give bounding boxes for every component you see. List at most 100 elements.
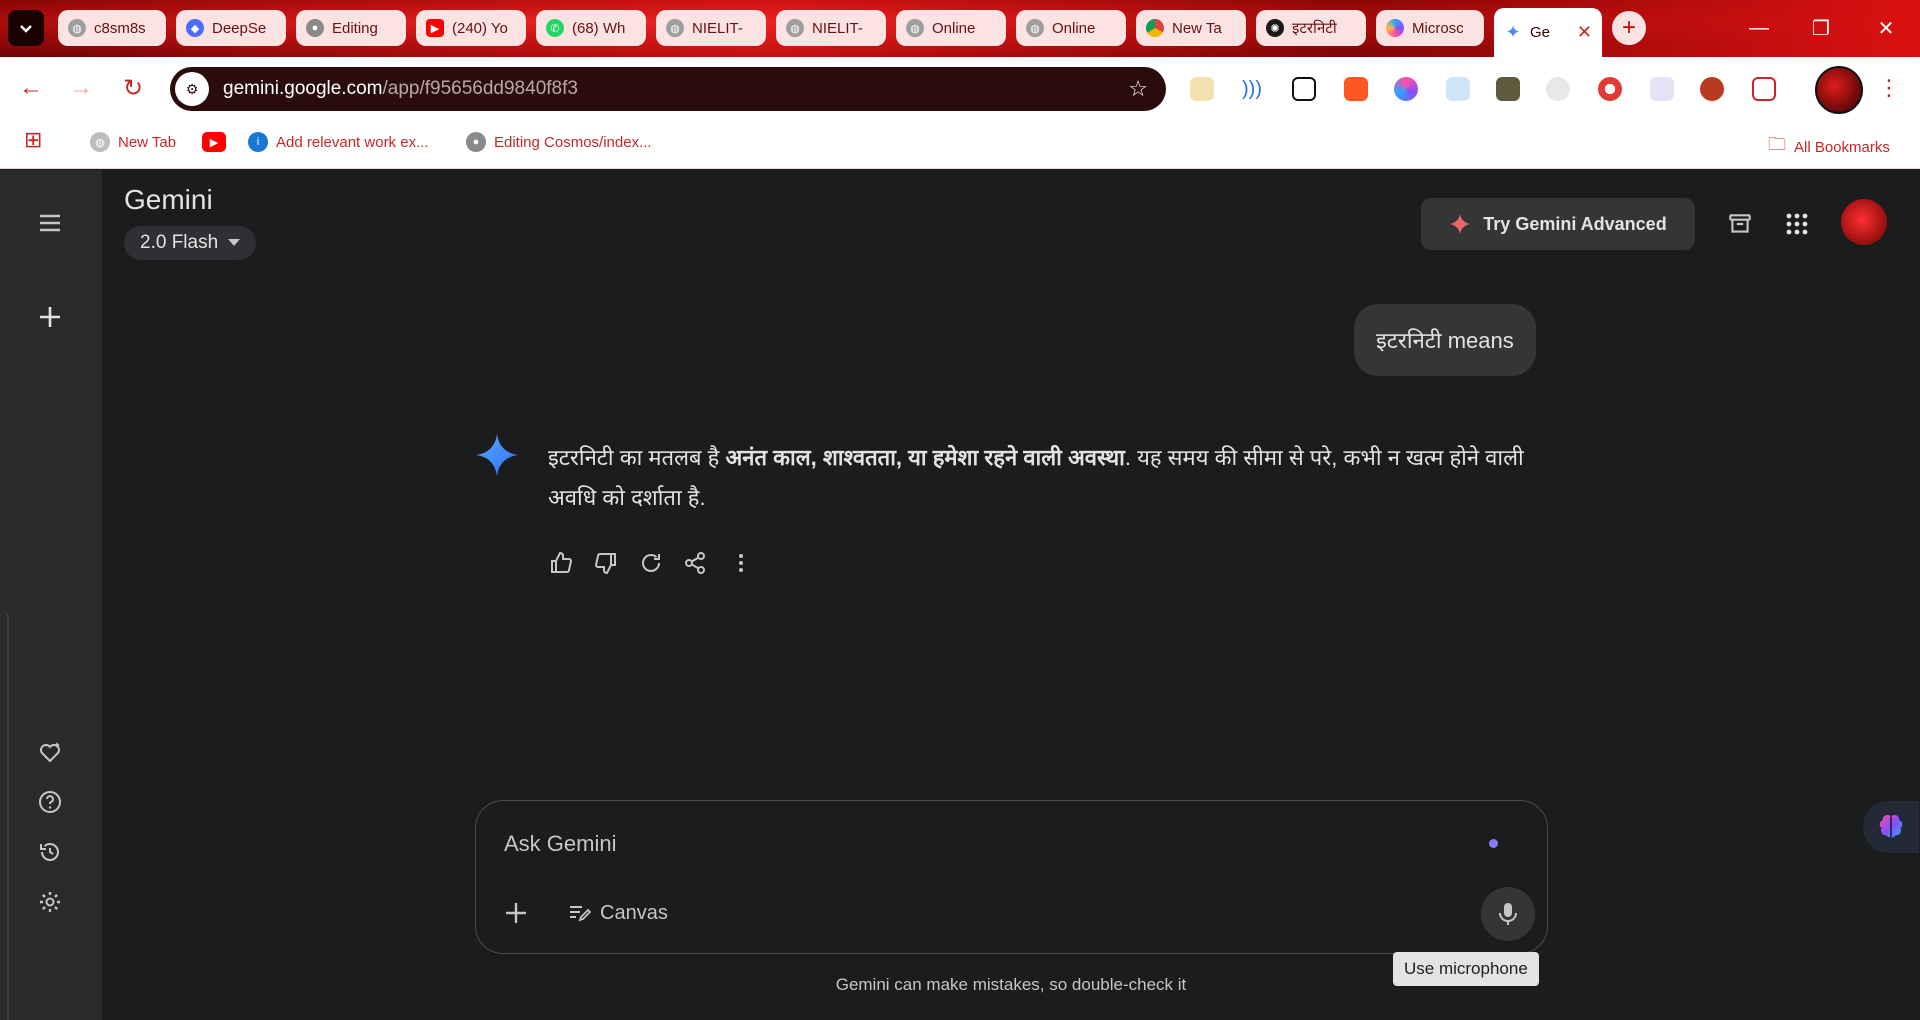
youtube-icon: ▶	[426, 19, 444, 37]
browser-tab[interactable]: Microsc	[1376, 10, 1484, 46]
thumbs-up-button[interactable]	[546, 548, 576, 578]
minimize-button[interactable]: —	[1728, 0, 1790, 57]
browser-tab[interactable]: ◆ DeepSe	[176, 10, 286, 46]
puzzle-icon[interactable]	[1752, 77, 1776, 101]
try-gemini-advanced-button[interactable]: Try Gemini Advanced	[1421, 198, 1695, 250]
browser-tab[interactable]: New Ta	[1136, 10, 1246, 46]
address-bar[interactable]: ⚙ gemini.google.com/app/f95656dd9840f8f3…	[170, 67, 1166, 111]
apps-grid-icon[interactable]: ⊞	[24, 127, 42, 153]
response-segment-bold: अनंत काल, शाश्वतता, या हमेशा रहने वाली अ…	[725, 445, 1125, 470]
browser-menu-icon[interactable]: ⋮	[1878, 75, 1900, 101]
browser-tab[interactable]: ◍ NIELIT-	[656, 10, 766, 46]
prompt-input[interactable]: Ask Gemini	[504, 831, 616, 857]
main-menu-button[interactable]	[30, 203, 70, 243]
plus-icon: +	[1621, 14, 1636, 41]
browser-tab-active[interactable]: ✦ Ge ✕	[1494, 8, 1602, 57]
chrome-icon	[1146, 19, 1164, 37]
face-extension-icon[interactable]	[1546, 77, 1570, 101]
cast-extension-icon[interactable]	[1292, 77, 1316, 101]
canvas-button[interactable]: Canvas	[568, 895, 668, 931]
browser-tab[interactable]: ◍ NIELIT-	[776, 10, 886, 46]
try-gemini-advanced-label: Try Gemini Advanced	[1483, 213, 1667, 234]
refresh-icon	[642, 554, 660, 572]
plus-icon	[506, 903, 526, 923]
read-aloud-extension-icon[interactable]: )))	[1240, 77, 1264, 101]
restore-button[interactable]: ❐	[1790, 0, 1852, 57]
globe-icon: ◍	[1026, 19, 1044, 37]
bookmark-item[interactable]: ▶	[202, 132, 234, 152]
add-files-button[interactable]	[496, 893, 536, 933]
bookmark-item[interactable]: ◍ New Tab	[90, 132, 176, 152]
restore-icon: ❐	[1812, 18, 1830, 40]
microphone-button[interactable]	[1481, 887, 1535, 941]
url-host: gemini.google.com	[223, 78, 383, 99]
new-tab-button[interactable]: +	[1612, 11, 1646, 45]
deepseek-whale-icon: ◆	[186, 19, 204, 37]
browser-tab[interactable]: ✺ इटरनिटी	[1256, 10, 1366, 46]
google-apps-button[interactable]	[1777, 204, 1817, 244]
browser-tab[interactable]: ✆ (68) Wh	[536, 10, 646, 46]
settings-button[interactable]	[30, 882, 70, 922]
share-button[interactable]	[680, 548, 710, 578]
browser-tab[interactable]: ◍ Online	[896, 10, 1006, 46]
bookmark-item[interactable]: ● Editing Cosmos/index...	[466, 132, 652, 152]
image-extension-icon[interactable]	[1496, 77, 1520, 101]
help-button[interactable]	[30, 782, 70, 822]
chevron-down-icon	[20, 25, 32, 33]
gems-button[interactable]	[30, 732, 70, 772]
regenerate-button[interactable]	[636, 548, 666, 578]
reload-icon: ↻	[122, 74, 144, 102]
activity-button[interactable]	[30, 832, 70, 872]
unicorn-extension-icon[interactable]	[1650, 77, 1674, 101]
close-icon: ✕	[1877, 18, 1895, 40]
rail-divider	[0, 610, 9, 1020]
cloud-extension-icon[interactable]	[1446, 77, 1470, 101]
disclaimer-text: Gemini can make mistakes, so double-chec…	[835, 975, 1187, 994]
browser-tab-strip: ◍ c8sm8s ◆ DeepSe ● Editing ▶ (240) Yo ✆ (68)…	[0, 0, 1920, 57]
all-bookmarks-folder[interactable]: 🗀 All Bookmarks	[1768, 132, 1890, 162]
browser-tab[interactable]: ◍ Online	[1016, 10, 1126, 46]
site-info-button[interactable]: ⚙	[175, 72, 209, 106]
bookmark-item[interactable]: i Add relevant work ex...	[248, 132, 429, 152]
prompt-composer[interactable]: Ask Gemini Canvas	[475, 800, 1548, 954]
minimize-icon: —	[1749, 17, 1769, 39]
brain-extension-icon[interactable]	[1394, 77, 1418, 101]
bookmark-star-icon[interactable]: ☆	[1128, 76, 1148, 102]
browser-tab[interactable]: ● Editing	[296, 10, 406, 46]
github-icon: ●	[466, 132, 486, 152]
forward-button[interactable]: →	[64, 71, 98, 105]
record-extension-icon[interactable]	[1344, 77, 1368, 101]
account-avatar[interactable]	[1841, 199, 1887, 245]
new-chat-button[interactable]	[30, 297, 70, 337]
tab-search-button[interactable]	[8, 10, 44, 46]
url-path: /app/f95656dd9840f8f3	[382, 78, 578, 99]
hamburger-menu-icon	[40, 214, 60, 232]
more-vert-icon	[739, 554, 743, 572]
canvas-edit-icon	[570, 906, 592, 922]
arrow-right-icon: →	[69, 74, 93, 101]
floating-extension-button[interactable]	[1863, 801, 1919, 853]
extension-icon[interactable]	[1190, 77, 1214, 101]
close-icon[interactable]: ✕	[1577, 22, 1592, 43]
sparkle-icon	[1450, 213, 1471, 235]
more-options-button[interactable]	[726, 548, 756, 578]
apps-grid-icon	[1786, 213, 1808, 235]
reload-button[interactable]: ↻	[116, 71, 150, 105]
tune-icon: ⚙	[185, 80, 199, 97]
browser-profile-avatar[interactable]	[1815, 66, 1863, 114]
thumbs-down-button[interactable]	[591, 548, 621, 578]
browser-tab[interactable]: ◍ c8sm8s	[58, 10, 166, 46]
microphone-icon	[1499, 903, 1517, 925]
pokeball-extension-icon[interactable]	[1598, 77, 1622, 101]
browser-tab[interactable]: ▶ (240) Yo	[416, 10, 526, 46]
globe-icon: ◍	[906, 19, 924, 37]
thumbs-down-icon	[594, 553, 616, 575]
archive-button[interactable]	[1720, 204, 1760, 244]
model-selector[interactable]: 2.0 Flash	[124, 226, 257, 260]
close-window-button[interactable]: ✕	[1852, 0, 1920, 57]
back-button[interactable]: ←	[14, 71, 48, 105]
brain-icon	[1879, 814, 1903, 838]
thumbs-up-icon	[551, 551, 573, 573]
user-message-bubble: इटरनिटी means	[1354, 304, 1536, 376]
mask-extension-icon[interactable]	[1700, 77, 1724, 101]
